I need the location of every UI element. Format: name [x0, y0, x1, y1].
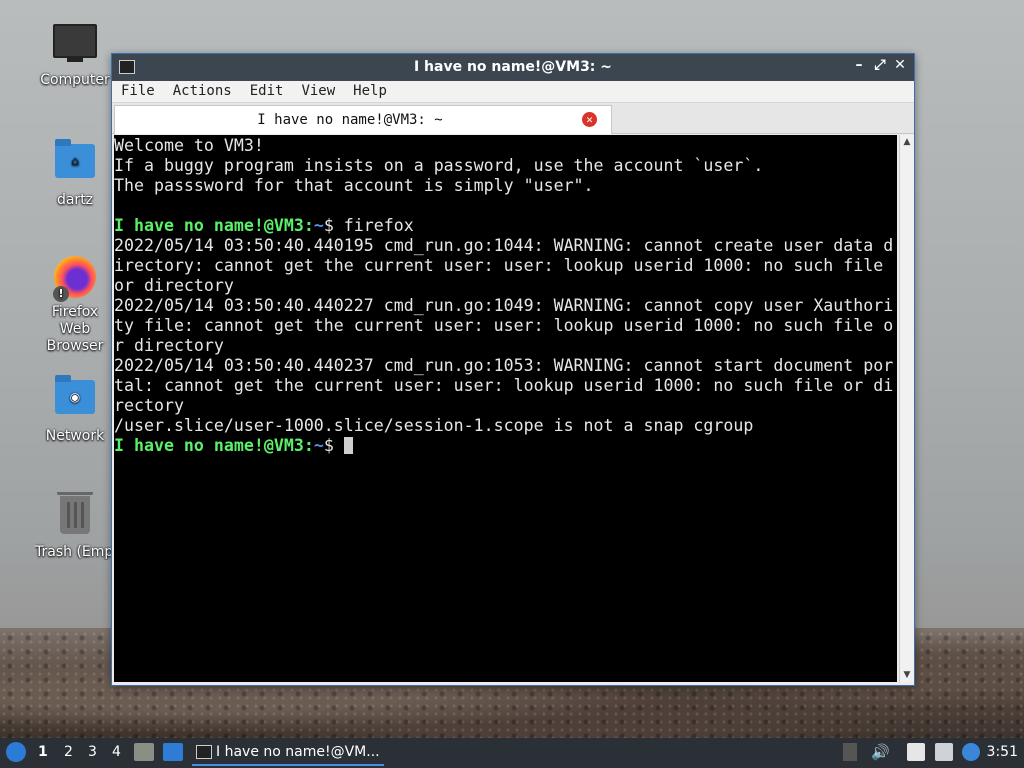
desktop-icon-label: Network: [45, 428, 105, 444]
desktop-icon-firefox[interactable]: ! Firefox Web Browser: [35, 256, 115, 355]
computer-icon: [53, 24, 97, 68]
window-title: I have no name!@VM3: ~: [413, 59, 613, 75]
terminal-line: The passsword for that account is simply…: [114, 176, 594, 195]
terminal-line: /user.slice/user-1000.slice/session-1.sc…: [114, 416, 754, 435]
desktop-icon-computer[interactable]: Computer: [35, 20, 115, 88]
terminal-line: 2022/05/14 03:50:40.440227 cmd_run.go:10…: [114, 296, 894, 315]
clipboard-icon[interactable]: [907, 743, 925, 761]
menu-edit[interactable]: Edit: [241, 81, 293, 99]
file-manager-launcher-icon[interactable]: [134, 743, 154, 761]
terminal-line: or directory: [114, 276, 234, 295]
terminal-line: 2022/05/14 03:50:40.440195 cmd_run.go:10…: [114, 236, 894, 255]
terminal-line: If a buggy program insists on a password…: [114, 156, 764, 175]
desktop-icon-network[interactable]: ◉ Network: [35, 374, 115, 444]
clock[interactable]: 3:51: [987, 744, 1018, 760]
terminal-line: 2022/05/14 03:50:40.440237 cmd_run.go:10…: [114, 356, 894, 375]
terminal-line: I have no name!@VM3:~$: [114, 436, 897, 456]
terminal-output[interactable]: Welcome to VM3! If a buggy program insist…: [114, 135, 897, 682]
menu-actions[interactable]: Actions: [164, 81, 241, 99]
trash-icon: [53, 492, 97, 540]
scroll-down-icon[interactable]: ▼: [900, 668, 914, 682]
workspace-4[interactable]: 4: [112, 744, 121, 760]
desktop-icon-trash[interactable]: Trash (Empty): [35, 492, 115, 560]
desktop-icon-label: Firefox Web Browser: [46, 304, 104, 354]
taskbar-task-terminal[interactable]: I have no name!@VM...: [192, 740, 384, 766]
tab-label: I have no name!@VM3: ~: [257, 112, 443, 128]
window-titlebar[interactable]: I have no name!@VM3: ~ – ⤢ ✕: [112, 54, 914, 81]
terminal-cursor: [343, 437, 353, 454]
prompt-user-host: I have no name!@VM3:: [114, 436, 314, 455]
firefox-icon: !: [53, 256, 97, 302]
terminal-line: rectory: [114, 396, 184, 415]
menu-file[interactable]: File: [112, 81, 164, 99]
prompt-cwd: ~: [313, 436, 324, 455]
terminal-window: I have no name!@VM3: ~ – ⤢ ✕ File Actions…: [111, 53, 915, 686]
minimize-button[interactable]: –: [850, 57, 868, 73]
start-menu-icon[interactable]: [6, 742, 26, 762]
scroll-up-icon[interactable]: ▲: [900, 135, 914, 149]
tray-expand-icon[interactable]: [843, 743, 857, 761]
terminal-scrollbar[interactable]: ▲ ▼: [899, 135, 914, 682]
prompt-user-host: I have no name!@VM3:: [114, 216, 314, 235]
maximize-button[interactable]: ⤢: [871, 57, 889, 73]
close-button[interactable]: ✕: [891, 57, 909, 73]
prompt-command: $: [323, 436, 344, 455]
network-folder-icon: ◉: [53, 375, 97, 424]
terminal-tab[interactable]: I have no name!@VM3: ~ ✕: [114, 105, 612, 134]
task-label: I have no name!@VM...: [216, 744, 380, 760]
taskbar: 1 2 3 4 I have no name!@VM... 🔊 3:51: [0, 738, 1024, 768]
tab-bar: I have no name!@VM3: ~ ✕: [112, 103, 914, 134]
volume-icon[interactable]: 🔊: [871, 743, 890, 761]
menu-help[interactable]: Help: [344, 81, 396, 99]
desktop-icon-label: Computer: [40, 72, 110, 88]
terminal-task-icon: [196, 745, 212, 759]
workspace-2[interactable]: 2: [64, 744, 73, 760]
workspace-1[interactable]: 1: [38, 744, 48, 760]
terminal-line: tal: cannot get the current user: user: …: [114, 376, 894, 395]
workspace-3[interactable]: 3: [88, 744, 97, 760]
terminal-line: Welcome to VM3!: [114, 136, 264, 155]
terminal-line: irectory: cannot get the current user: u…: [114, 256, 884, 275]
menu-bar: File Actions Edit View Help: [112, 81, 914, 103]
desktop-icon-label: dartz: [56, 192, 94, 208]
prompt-cwd: ~: [313, 216, 324, 235]
terminal-line: ty file: cannot get the current user: us…: [114, 316, 894, 335]
show-desktop-icon[interactable]: [163, 743, 183, 761]
home-folder-icon: ⌂: [53, 139, 97, 188]
menu-view[interactable]: View: [292, 81, 344, 99]
updates-icon[interactable]: [962, 743, 980, 761]
desktop-icon-label: Trash (Empty): [35, 544, 115, 560]
prompt-command: $ firefox: [323, 216, 414, 235]
desktop-icon-dartz[interactable]: ⌂ dartz: [35, 138, 115, 208]
terminal-line: r directory: [114, 336, 224, 355]
network-icon[interactable]: [935, 743, 953, 761]
terminal-line: I have no name!@VM3:~$ firefox: [114, 216, 897, 236]
tab-close-icon[interactable]: ✕: [582, 112, 597, 127]
